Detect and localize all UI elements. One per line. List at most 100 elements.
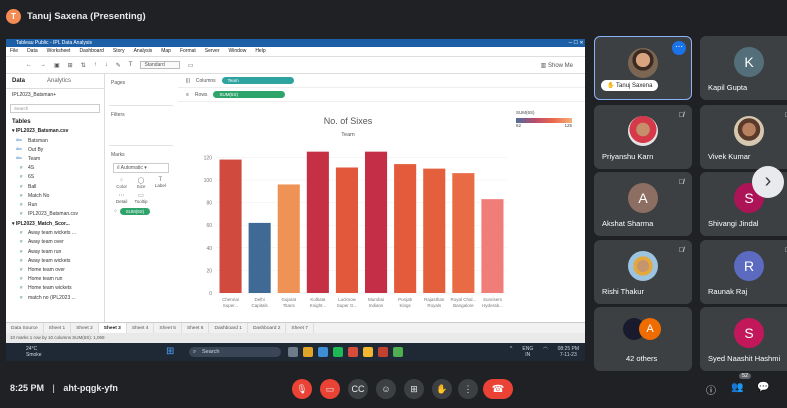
field-item[interactable]: IPL2023_Batsman.csv [6,210,104,219]
bar[interactable] [335,167,358,293]
camera-toggle-button[interactable]: ▭ [320,379,340,399]
field-search-input[interactable]: Search [10,104,100,113]
bar[interactable] [306,151,329,293]
field-item[interactable]: Home team over [6,265,104,274]
mark-tooltip-button[interactable]: ▭ Tooltip [132,192,149,204]
mark-size-button[interactable]: ◯ Size [132,177,149,189]
columns-pill[interactable]: Team [221,77,294,84]
app-icon-edge[interactable] [318,347,328,357]
raise-hand-button[interactable]: ✋ [432,379,452,399]
app-icon-office[interactable] [348,347,358,357]
emoji-button[interactable]: ☺ [376,379,396,399]
app-icon-spotify[interactable] [333,347,343,357]
bar[interactable] [365,151,388,293]
participant-tile[interactable]: S Syed Naashit Hashmi [700,307,787,371]
menu-item[interactable]: Story [113,47,125,56]
field-item[interactable]: Away team run [6,247,104,256]
windows-start-icon[interactable]: ⊞ [166,346,174,357]
participant-tile[interactable]: R 🎙̸ Raunak Raj [700,240,787,304]
field-item[interactable]: Home team wickets [6,284,104,293]
tab-analytics[interactable]: Analytics [47,78,71,84]
mic-toggle-button[interactable]: 🎙 [292,379,312,399]
filters-card[interactable]: Filters [109,109,173,146]
show-me-button[interactable]: ▥ Show Me [541,62,573,69]
rows-pill[interactable]: SUM(6S) [213,91,286,98]
mark-type-dropdown[interactable]: ıl Automatic ▾ [113,163,169,173]
highlight-icon[interactable]: ✎ [116,62,121,69]
menu-item[interactable]: Dashboard [79,47,103,56]
new-sheet-icon[interactable]: ⊞ [68,62,73,69]
field-item[interactable]: Team [6,154,104,163]
field-item[interactable]: 4S [6,164,104,173]
participant-tile[interactable]: 🎙̸ Rishi Thakur [594,240,692,304]
undo-icon[interactable]: ← [26,62,32,68]
field-item[interactable]: Home team run [6,275,104,284]
bar[interactable] [423,168,446,293]
taskbar-search[interactable]: ⌕ Search [189,347,281,357]
people-icon[interactable]: 👥 [731,382,743,393]
menu-item[interactable]: Worksheet [47,47,71,56]
leave-call-button[interactable]: ☎ [483,379,513,399]
more-options-button[interactable]: ⋮ [458,379,478,399]
weather-widget[interactable]: 24°C Smoke [26,346,42,358]
captions-button[interactable]: CC [348,379,368,399]
datasource-item[interactable]: IPL2023_Batsman+ [6,89,104,101]
menu-item[interactable]: File [10,47,18,56]
table-match-score[interactable]: ▾ IPL2023_Match_Scor... [6,219,104,229]
fit-dropdown[interactable]: Standard [140,61,180,69]
participant-tile[interactable]: K Kapil Gupta [700,36,787,100]
clock[interactable]: 08:25 PM 7-11-23 [558,346,579,358]
redo-icon[interactable]: → [40,62,46,68]
wifi-icon[interactable]: ◠ [543,346,547,358]
swap-icon[interactable]: ⇅ [81,62,86,69]
bar[interactable] [481,199,504,293]
language-indicator[interactable]: ENG IN [522,346,533,358]
bar-chart[interactable]: No. of Sixes Team 0 20 40 60 80 100 120 Chennai… [182,110,515,322]
menu-item[interactable]: Data [27,47,38,56]
more-options-icon[interactable]: ⋯ [672,41,686,55]
rows-shelf[interactable]: ≡ Rows SUM(6S) [178,88,585,102]
bar[interactable] [394,164,417,293]
field-item[interactable]: Away team over [6,238,104,247]
participant-tile[interactable]: 🎙̸ Vivek Kumar [700,105,787,169]
participant-tile-others[interactable]: A 42 others [594,307,692,371]
label-icon[interactable]: T [129,62,133,68]
app-icon-chrome-2[interactable] [393,347,403,357]
color-legend[interactable]: SUM(6S) 62 125 [516,110,584,140]
field-item[interactable]: 6S [6,173,104,182]
info-icon[interactable]: ⓘ [706,382,716,397]
present-icon[interactable]: ▭ [188,62,194,69]
field-item[interactable]: Match No [6,191,104,200]
app-icon-explorer[interactable] [363,347,373,357]
chat-icon[interactable]: 💬 [757,382,769,393]
next-page-arrow-icon[interactable]: › [752,166,784,198]
menu-item[interactable]: Help [255,47,265,56]
pages-card[interactable]: Pages [109,77,173,106]
field-item[interactable]: Run [6,200,104,209]
app-icon-taskview[interactable] [288,347,298,357]
bar[interactable] [219,159,242,293]
bar[interactable] [452,173,475,293]
mark-detail-button[interactable]: ⋯ Detail [113,192,130,204]
menu-item[interactable]: Analysis [134,47,153,56]
columns-shelf[interactable]: ||| Columns Team [178,74,585,88]
field-item[interactable]: Batsman [6,136,104,145]
bar[interactable] [248,222,271,293]
menu-item[interactable]: Window [229,47,247,56]
sort-asc-icon[interactable]: ↑ [94,62,97,68]
present-button[interactable]: ⊞ [404,379,424,399]
app-icon-chrome[interactable] [303,347,313,357]
marks-pill[interactable]: SUM(6S) [119,208,151,215]
field-item[interactable]: match no (IPL2023 ... [6,293,104,302]
participant-tile[interactable]: A 🎙̸ Akshat Sharma [594,172,692,236]
participant-tile[interactable]: 🎙̸ Priyanshu Karn [594,105,692,169]
save-icon[interactable]: ▣ [54,62,60,69]
field-item[interactable]: Away team wickets [6,256,104,265]
sort-desc-icon[interactable]: ↓ [105,62,108,68]
mark-color-button[interactable]: ⁘ Color [113,177,130,189]
field-item[interactable]: Ball [6,182,104,191]
menu-item[interactable]: Map [161,47,171,56]
app-icon-acrobat[interactable] [378,347,388,357]
menu-item[interactable]: Server [205,47,220,56]
field-item[interactable]: Out By [6,145,104,154]
